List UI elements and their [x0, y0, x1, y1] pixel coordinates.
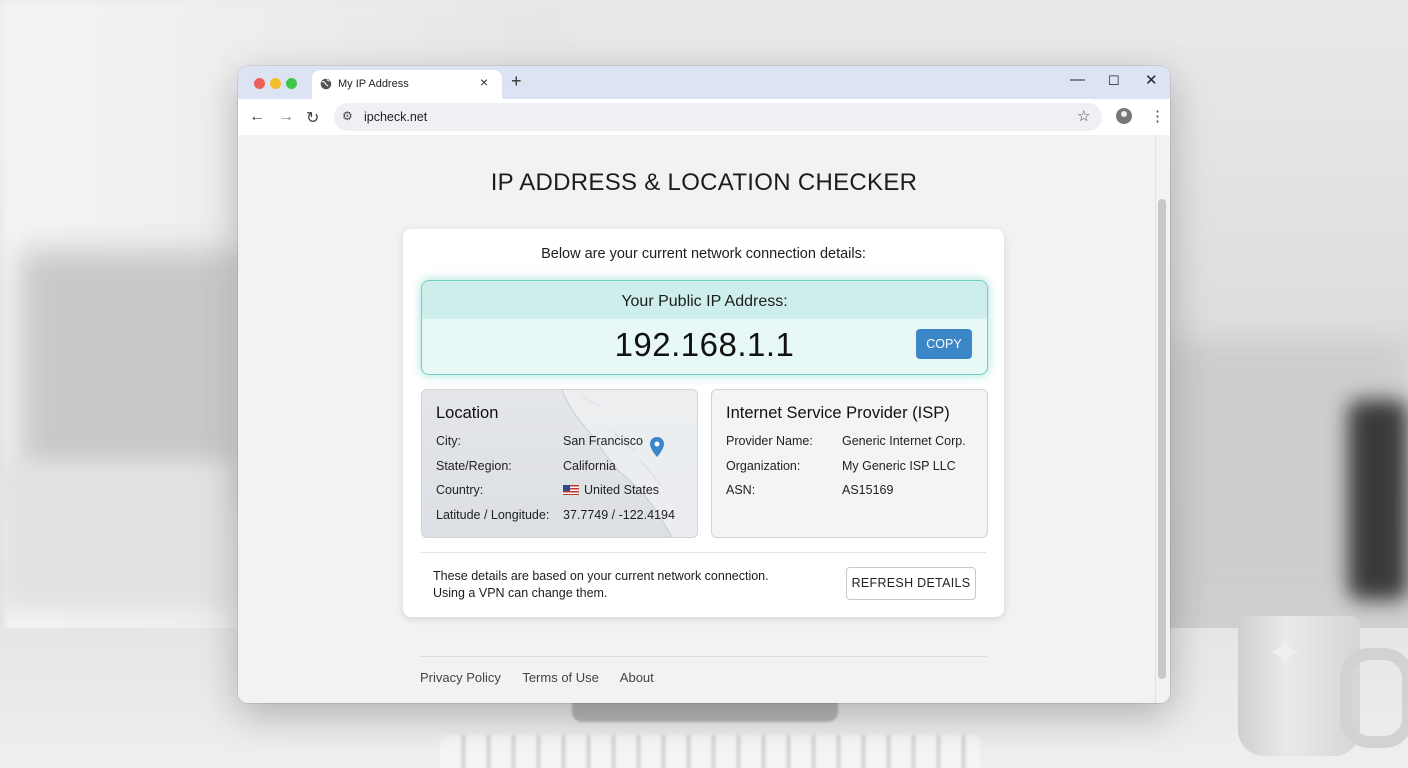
- footer-links: Privacy Policy Terms of Use About: [420, 670, 672, 685]
- ip-value: 192.168.1.1: [614, 326, 795, 363]
- card-divider: [421, 552, 986, 553]
- region-value: California: [563, 459, 616, 473]
- country-value-wrap: United States: [563, 483, 659, 497]
- copy-button[interactable]: COPY: [916, 329, 972, 359]
- organization-value: My Generic ISP LLC: [842, 459, 956, 473]
- latlong-value: 37.7749 / -122.4194: [563, 508, 675, 522]
- forward-arrow-icon[interactable]: →: [278, 108, 294, 126]
- tab-title: My IP Address: [338, 78, 409, 90]
- site-settings-icon[interactable]: ⚙: [342, 109, 353, 123]
- sparkle-icon: ✦: [1266, 629, 1303, 678]
- provider-label: Provider Name:: [726, 434, 813, 448]
- isp-panel: Internet Service Provider (ISP) Provider…: [711, 389, 988, 538]
- refresh-details-button[interactable]: REFRESH DETAILS: [846, 567, 976, 600]
- vpn-note: These details are based on your current …: [433, 568, 769, 602]
- zoom-window-dot[interactable]: [286, 78, 297, 89]
- location-panel: Location City: San Francisco State/Regio…: [421, 389, 698, 538]
- organization-label: Organization:: [726, 459, 801, 473]
- address-bar[interactable]: ⚙ ipcheck.net ☆: [334, 103, 1102, 131]
- profile-avatar-icon[interactable]: [1116, 108, 1132, 124]
- maximize-icon[interactable]: ☐: [1108, 73, 1120, 89]
- country-label: Country:: [436, 483, 484, 497]
- tab-my-ip-address[interactable]: My IP Address ×: [312, 70, 502, 99]
- minimize-icon[interactable]: —: [1070, 71, 1085, 88]
- minimize-window-dot[interactable]: [270, 78, 281, 89]
- asn-value: AS15169: [842, 483, 894, 497]
- details-card: Below are your current network connectio…: [403, 229, 1004, 617]
- latlong-label: Latitude / Longitude:: [436, 508, 550, 522]
- browser-toolbar: ← → ↻ ⚙ ipcheck.net ☆ ⋮: [238, 99, 1170, 135]
- close-icon[interactable]: ✕: [1145, 71, 1158, 89]
- ip-label: Your Public IP Address:: [621, 293, 788, 310]
- scrollbar[interactable]: [1158, 199, 1166, 679]
- browser-window: My IP Address × + — ☐ ✕ ← → ↻ ⚙ ipcheck.…: [238, 66, 1170, 703]
- url-text[interactable]: ipcheck.net: [364, 110, 427, 124]
- region-label: State/Region:: [436, 459, 512, 473]
- note-line-2: Using a VPN can change them.: [433, 586, 608, 600]
- isp-heading: Internet Service Provider (ISP): [726, 404, 950, 422]
- about-link[interactable]: About: [620, 670, 654, 685]
- city-value: San Francisco: [563, 434, 643, 448]
- tab-bar: My IP Address × + — ☐ ✕: [238, 66, 1170, 99]
- location-heading: Location: [436, 404, 499, 422]
- terms-of-use-link[interactable]: Terms of Use: [522, 670, 599, 685]
- provider-value: Generic Internet Corp.: [842, 434, 966, 448]
- menu-dots-icon[interactable]: ⋮: [1150, 107, 1165, 125]
- note-line-1: These details are based on your current …: [433, 569, 769, 583]
- page-title: IP ADDRESS & LOCATION CHECKER: [490, 169, 918, 196]
- country-value: United States: [584, 483, 660, 497]
- monitor-stand: [572, 700, 838, 722]
- globe-icon: [320, 78, 332, 90]
- page-viewport: IP ADDRESS & LOCATION CHECKER Below are …: [238, 135, 1170, 703]
- close-window-dot[interactable]: [254, 78, 265, 89]
- asn-label: ASN:: [726, 483, 756, 497]
- us-flag-icon: [563, 485, 579, 495]
- back-arrow-icon[interactable]: ←: [249, 108, 265, 126]
- bookmark-star-icon[interactable]: ☆: [1077, 107, 1090, 125]
- close-tab-icon[interactable]: ×: [480, 74, 488, 90]
- new-tab-icon[interactable]: +: [511, 71, 522, 92]
- ip-address-box: Your Public IP Address: 192.168.1.1 COPY: [421, 280, 988, 375]
- reload-icon[interactable]: ↻: [306, 108, 319, 128]
- map-pin-icon: [650, 437, 664, 457]
- keyboard: [440, 735, 980, 768]
- city-label: City:: [436, 434, 461, 448]
- footer-divider: [420, 656, 987, 657]
- privacy-policy-link[interactable]: Privacy Policy: [420, 670, 501, 685]
- intro-text: Below are your current network connectio…: [541, 246, 866, 262]
